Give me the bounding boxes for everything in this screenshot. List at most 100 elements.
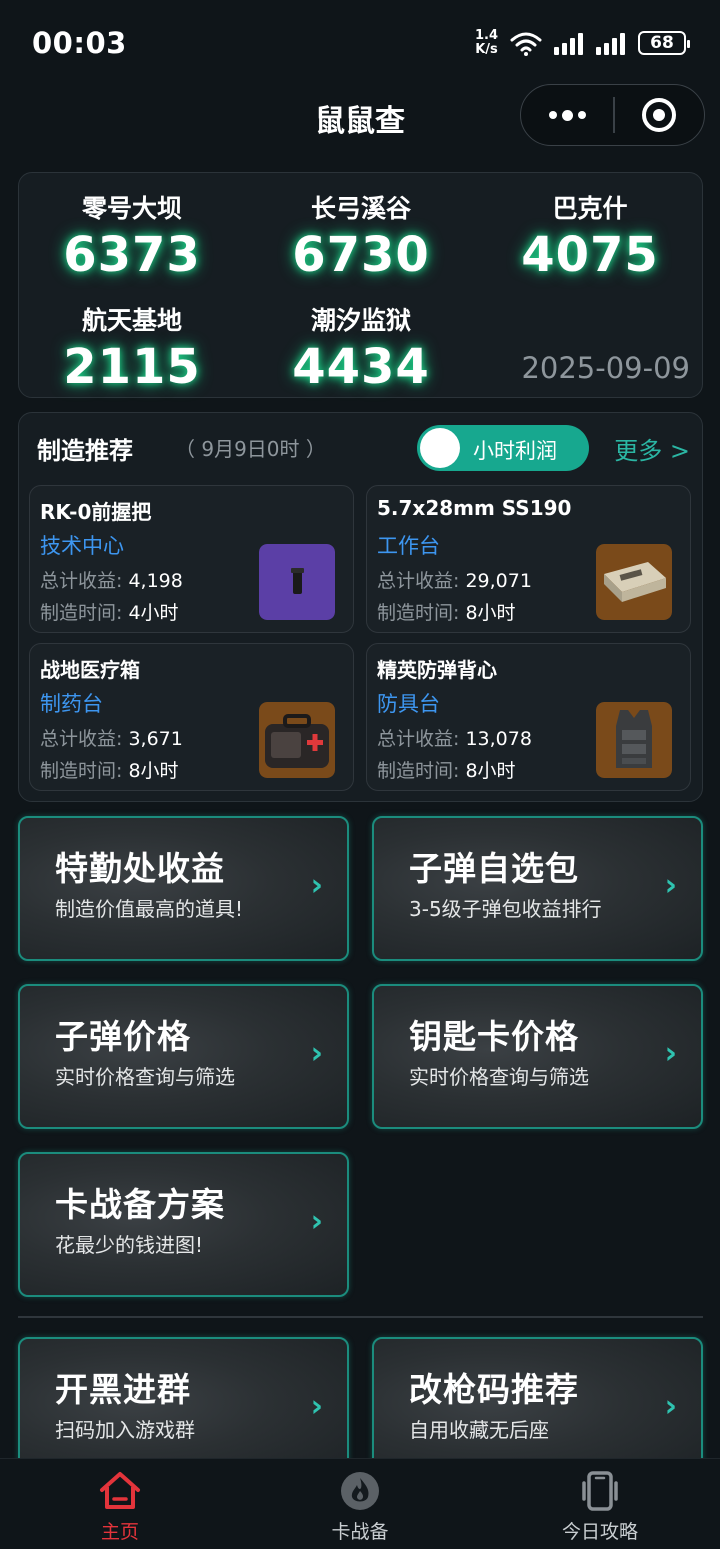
status-icons: 1.4 K/s 68 [475, 28, 690, 58]
feature-title: 开黑进群 [55, 1370, 191, 1409]
craft-recommend-panel: 制造推荐 （ 9月9日0时 ） 小时利润 更多 > RK-0前握把 技术中心 总… [18, 412, 703, 802]
map-code: 6730 [292, 227, 430, 283]
item-name: RK-0前握把 [40, 500, 152, 524]
item-name: 5.7x28mm SS190 [377, 496, 572, 520]
medkit-icon [259, 702, 335, 778]
signal-icon-2 [596, 31, 628, 55]
item-income: 总计收益: 4,198 [40, 570, 183, 592]
feature-card-loadout-plan[interactable]: 卡战备方案 花最少的钱进图! › [18, 1152, 349, 1297]
map-code-item[interactable]: 潮汐监狱 4434 [248, 301, 474, 395]
feature-title: 钥匙卡价格 [409, 1017, 579, 1056]
feature-desc: 3-5级子弹包收益排行 [409, 897, 602, 921]
item-craft-time: 制造时间: 8小时 [377, 760, 516, 782]
toggle-label: 小时利润 [473, 439, 557, 463]
dot-icon [548, 111, 557, 119]
nav-label: 今日攻略 [561, 1521, 638, 1543]
chevron-right-icon: › [664, 1389, 677, 1424]
more-link[interactable]: 更多 > [614, 431, 690, 466]
chevron-right-icon: › [664, 868, 677, 903]
feature-card-ammo-pack[interactable]: 子弹自选包 3-5级子弹包收益排行 › [372, 816, 703, 961]
feature-desc: 制造价值最高的道具! [55, 897, 244, 921]
battery-level: 68 [650, 33, 674, 53]
nav-item-home[interactable]: 主页 [40, 1469, 200, 1544]
target-icon [642, 98, 677, 132]
more-menu-button[interactable] [521, 85, 613, 145]
nav-label: 卡战备 [331, 1521, 389, 1543]
feature-title: 子弹价格 [55, 1017, 191, 1056]
map-code-item[interactable]: 长弓溪谷 6730 [248, 189, 474, 283]
item-station: 工作台 [377, 534, 440, 558]
feature-title: 子弹自选包 [409, 849, 579, 888]
network-speed-value: 1.4 [474, 28, 498, 43]
chevron-right-icon: › [310, 1204, 323, 1239]
map-code: 2115 [63, 339, 201, 395]
item-income: 总计收益: 29,071 [377, 570, 532, 592]
map-name: 航天基地 [81, 306, 182, 335]
item-name: 战地医疗箱 [40, 658, 140, 682]
craft-item-card[interactable]: RK-0前握把 技术中心 总计收益: 4,198 制造时间: 4小时 [29, 485, 354, 633]
map-code: 6373 [63, 227, 201, 283]
craft-item-card[interactable]: 战地医疗箱 制药台 总计收益: 3,671 制造时间: 8小时 [29, 643, 354, 791]
network-speed-unit: K/s [475, 42, 498, 57]
feature-title: 卡战备方案 [55, 1185, 225, 1224]
map-name: 零号大坝 [81, 194, 182, 223]
map-name: 潮汐监狱 [310, 306, 411, 335]
craft-item-card[interactable]: 5.7x28mm SS190 工作台 总计收益: 29,071 制造时间: 8小… [366, 485, 691, 633]
signal-icon [554, 31, 586, 55]
feature-desc: 扫码加入游戏群 [55, 1418, 195, 1442]
feature-card-keycard-price[interactable]: 钥匙卡价格 实时价格查询与筛选 › [372, 984, 703, 1129]
ammo-box-icon [596, 544, 672, 620]
map-code-item[interactable]: 航天基地 2115 [19, 301, 245, 395]
map-name: 巴克什 [552, 194, 628, 223]
battery-icon: 68 [638, 31, 690, 55]
map-code: 4434 [292, 339, 430, 395]
item-name: 精英防弹背心 [377, 658, 497, 682]
feature-card-ammo-price[interactable]: 子弹价格 实时价格查询与筛选 › [18, 984, 349, 1129]
craft-item-card[interactable]: 精英防弹背心 防具台 总计收益: 13,078 制造时间: 8小时 [366, 643, 691, 791]
nav-label: 主页 [100, 1521, 139, 1543]
craft-subtitle: （ 9月9日0时 ） [175, 437, 326, 461]
body-armor-icon [596, 702, 672, 778]
map-codes-panel: 零号大坝 6373 长弓溪谷 6730 巴克什 4075 航天基地 2115 潮… [18, 172, 703, 398]
feature-title: 特勤处收益 [55, 849, 225, 888]
craft-title: 制造推荐 [37, 437, 133, 465]
feature-desc: 实时价格查询与筛选 [55, 1065, 235, 1089]
item-income: 总计收益: 3,671 [40, 728, 183, 750]
network-speed: 1.4 K/s [475, 29, 498, 57]
item-station: 制药台 [40, 692, 103, 716]
chevron-right-icon: › [310, 868, 323, 903]
map-code-item[interactable]: 巴克什 4075 [477, 189, 703, 283]
hourly-profit-toggle[interactable]: 小时利润 [417, 425, 589, 471]
item-craft-time: 制造时间: 8小时 [40, 760, 179, 782]
bottom-nav: 主页 卡战备 今日攻略 [0, 1458, 720, 1549]
map-code-item[interactable]: 零号大坝 6373 [19, 189, 245, 283]
item-station: 技术中心 [40, 534, 124, 558]
toggle-knob [420, 428, 460, 468]
nav-item-loadout[interactable]: 卡战备 [280, 1469, 440, 1544]
item-craft-time: 制造时间: 8小时 [377, 602, 516, 624]
phone-icon [520, 1469, 680, 1513]
feature-desc: 花最少的钱进图! [55, 1233, 204, 1257]
status-bar: 00:03 1.4 K/s 68 [0, 0, 720, 86]
dot-icon [561, 109, 573, 121]
status-time: 00:03 [32, 26, 127, 60]
feature-desc: 自用收藏无后座 [409, 1418, 549, 1442]
close-button[interactable] [615, 85, 705, 145]
app-header: 鼠鼠查 [0, 84, 720, 146]
feature-card-special-ops-income[interactable]: 特勤处收益 制造价值最高的道具! › [18, 816, 349, 961]
map-code: 4075 [521, 227, 659, 283]
feature-title: 改枪码推荐 [409, 1370, 579, 1409]
section-divider [18, 1316, 703, 1318]
app-screen: 00:03 1.4 K/s 68 鼠鼠查 零号大坝 6373 长弓溪谷 6730… [0, 0, 720, 1549]
wifi-icon [510, 32, 542, 56]
dot-icon [577, 111, 586, 119]
item-income: 总计收益: 13,078 [377, 728, 532, 750]
chevron-right-icon: › [310, 1389, 323, 1424]
foregrip-icon [259, 544, 335, 620]
nav-item-daily-guide[interactable]: 今日攻略 [520, 1469, 680, 1544]
chevron-right-icon: › [310, 1036, 323, 1071]
item-station: 防具台 [377, 692, 440, 716]
mini-program-capsule [520, 84, 705, 146]
map-name: 长弓溪谷 [310, 194, 411, 223]
flame-icon [280, 1469, 440, 1513]
